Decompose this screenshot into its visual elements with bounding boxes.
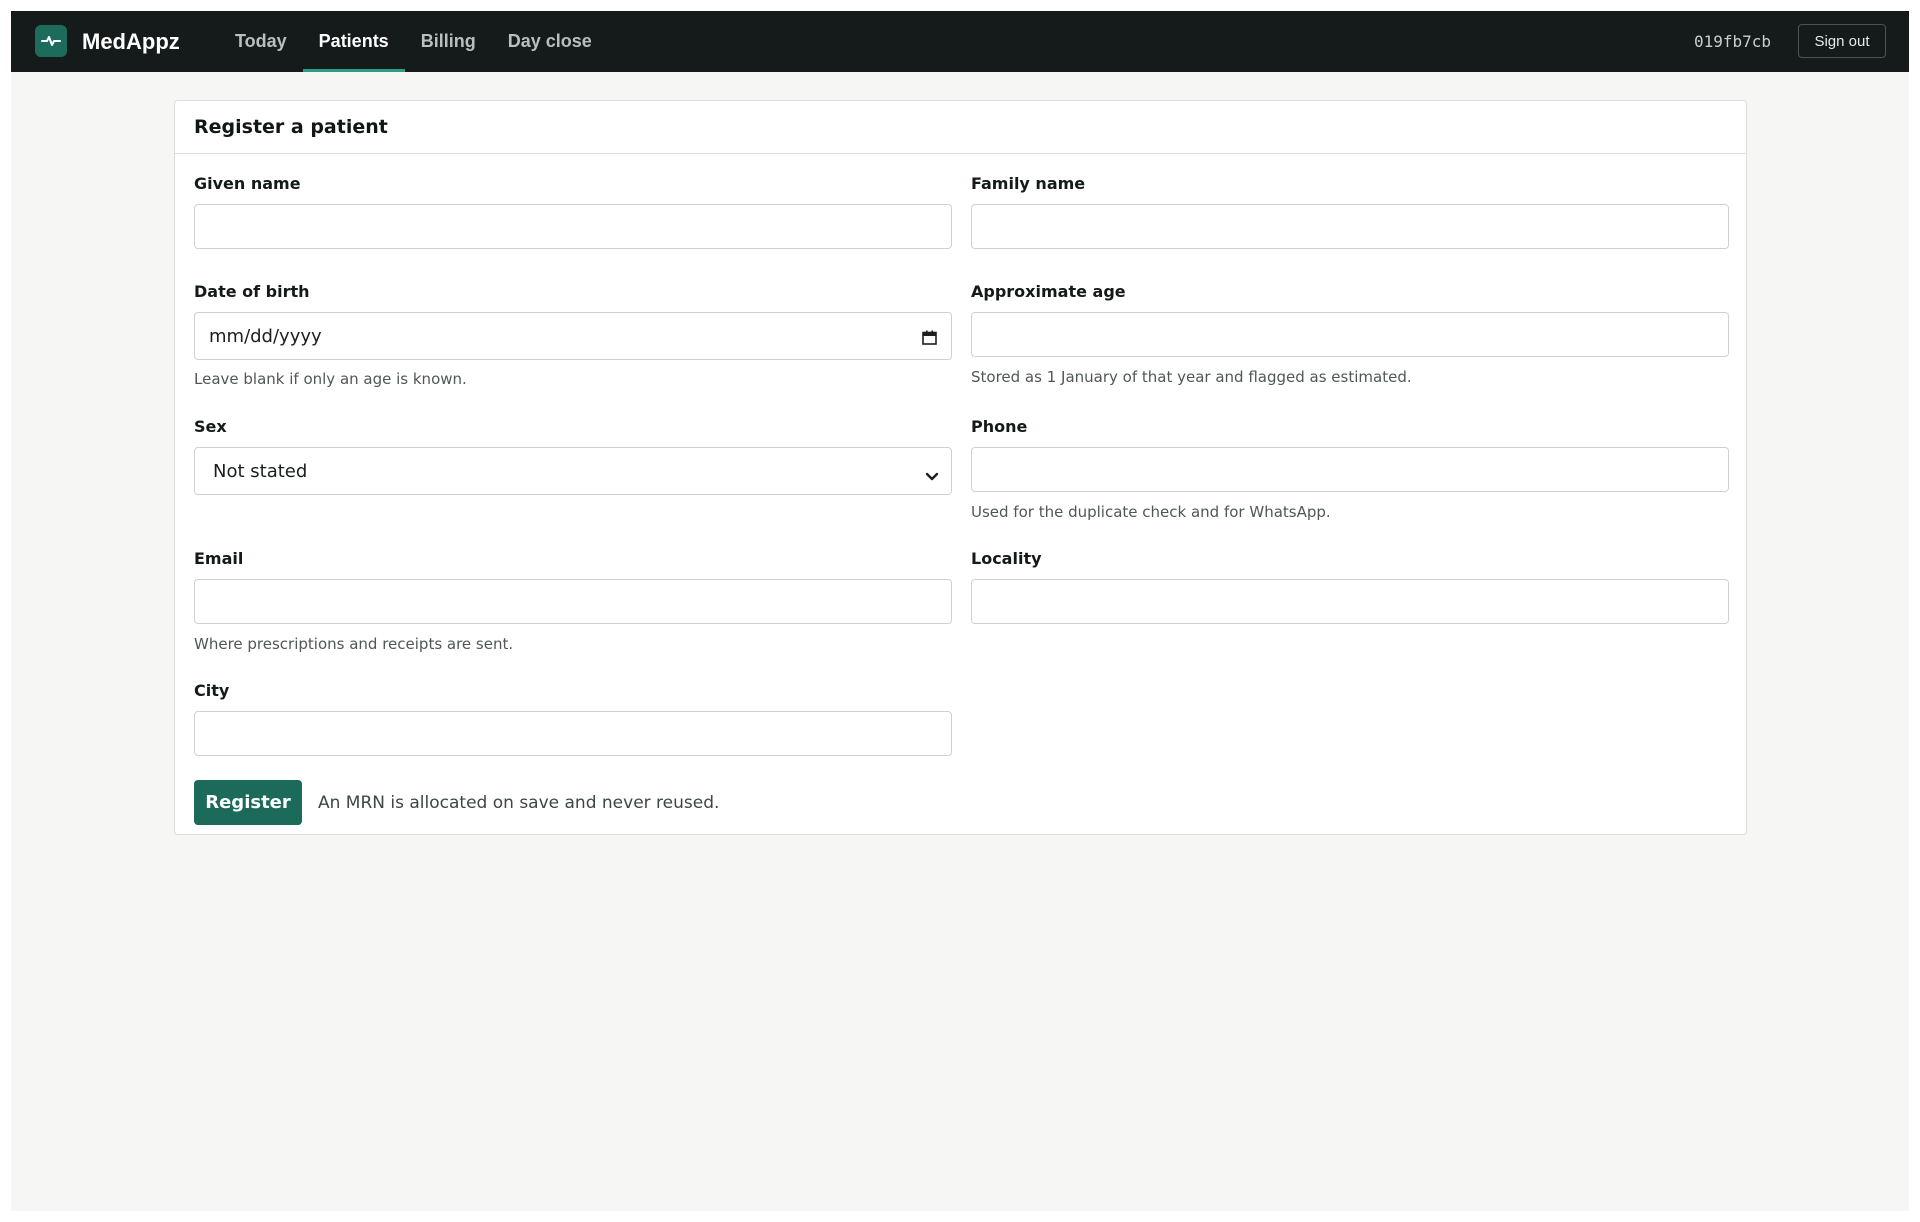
top-bar: MedAppz Today Patients Billing Day close… [11,11,1909,72]
sign-out-button[interactable]: Sign out [1798,24,1886,58]
main-nav: Today Patients Billing Day close [219,11,608,72]
nav-item-billing[interactable]: Billing [405,11,492,72]
approx-age-label: Approximate age [971,282,1126,301]
register-button[interactable]: Register [194,780,302,825]
register-note: An MRN is allocated on save and never re… [318,792,720,813]
pulse-logo-icon [35,25,67,57]
locality-label: Locality [971,549,1042,568]
dob-placeholder: mm/dd/yyyy [209,325,322,347]
dob-hint: Leave blank if only an age is known. [194,370,467,388]
approx-age-hint: Stored as 1 January of that year and fla… [971,368,1412,386]
approx-age-input[interactable] [971,312,1729,357]
register-patient-card: Register a patient Given name Family nam… [174,100,1747,835]
dob-label: Date of birth [194,282,310,301]
page-title: Register a patient [194,116,388,138]
build-id: 019fb7cb [1694,32,1772,51]
phone-input[interactable] [971,447,1729,492]
sex-selected-value: Not stated [213,460,308,482]
app-window: MedAppz Today Patients Billing Day close… [11,11,1909,1211]
city-input[interactable] [194,711,952,756]
family-name-label: Family name [971,174,1086,193]
sex-label: Sex [194,417,227,436]
city-label: City [194,681,230,700]
nav-item-day-close[interactable]: Day close [492,11,608,72]
brand-name[interactable]: MedAppz [82,11,180,72]
locality-input[interactable] [971,579,1729,624]
nav-item-today[interactable]: Today [219,11,303,72]
card-header: Register a patient [175,101,1746,154]
email-label: Email [194,549,244,568]
phone-hint: Used for the duplicate check and for Wha… [971,503,1331,521]
nav-item-patients[interactable]: Patients [302,11,405,72]
email-hint: Where prescriptions and receipts are sen… [194,635,514,653]
phone-label: Phone [971,417,1028,436]
email-input[interactable] [194,579,952,624]
given-name-input[interactable] [194,204,952,249]
given-name-label: Given name [194,174,301,193]
family-name-input[interactable] [971,204,1729,249]
chevron-down-icon[interactable] [925,466,939,481]
dob-input[interactable]: mm/dd/yyyy [194,312,952,360]
sex-select[interactable]: Not stated [194,447,952,495]
calendar-icon[interactable] [922,329,937,345]
